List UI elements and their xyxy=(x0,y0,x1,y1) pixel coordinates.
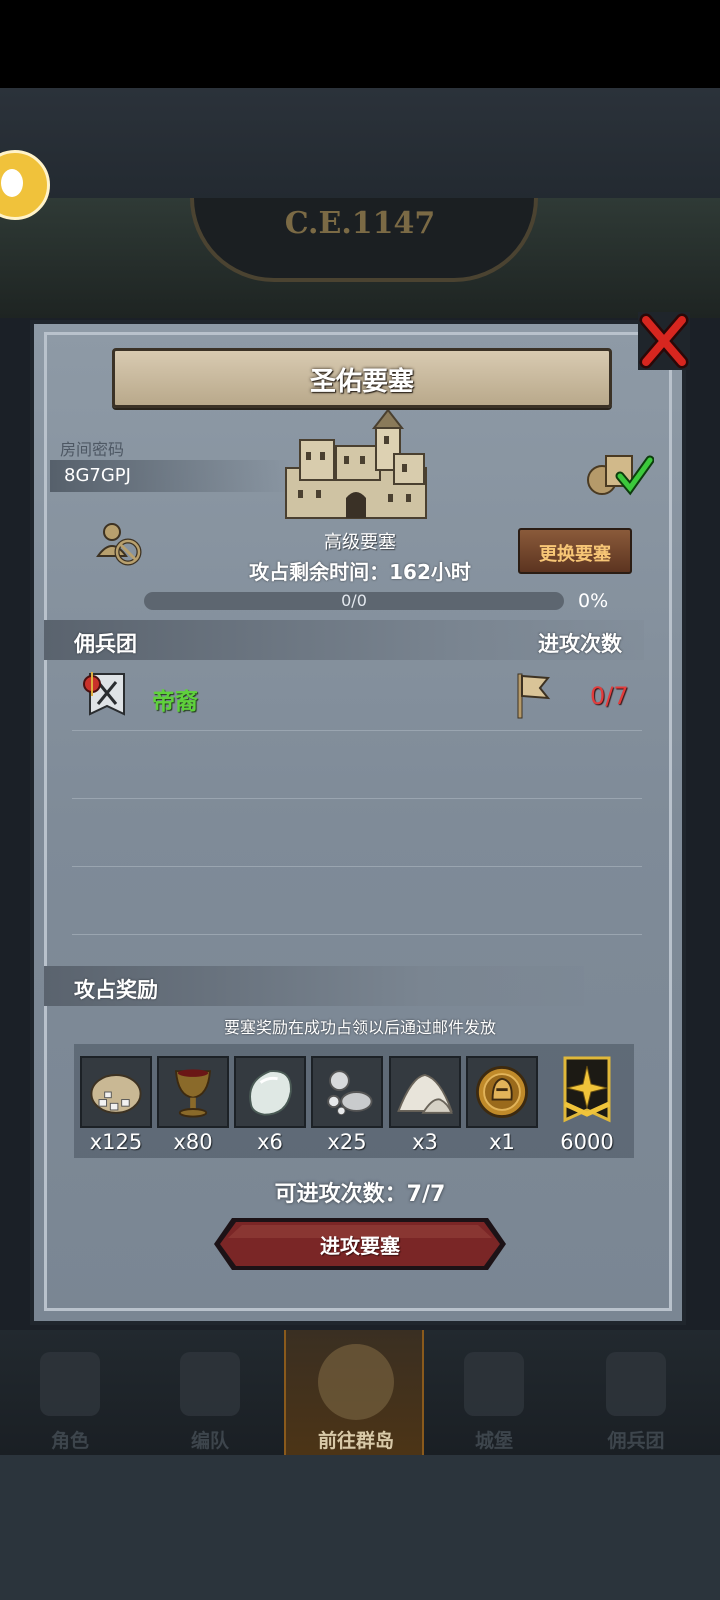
nav-item-islands[interactable]: 前往群岛 xyxy=(284,1330,424,1455)
attack-fortress-button[interactable]: 进攻要塞 xyxy=(212,1216,508,1272)
attack-count-header: 进攻次数 xyxy=(538,632,622,656)
resource-bag-check-icon[interactable] xyxy=(584,450,654,498)
gold-banner-icon xyxy=(551,1056,623,1128)
reward-qty: x6 xyxy=(257,1130,283,1154)
reward-item[interactable]: x1 xyxy=(466,1056,538,1154)
background-header xyxy=(0,88,720,198)
silver-orbs-icon xyxy=(311,1056,383,1128)
mercenary-emblem-icon xyxy=(83,672,125,716)
fortress-icon xyxy=(285,410,427,519)
era-label: C.E.1147 xyxy=(284,206,436,241)
close-icon[interactable] xyxy=(638,312,690,370)
reward-qty: x80 xyxy=(173,1130,213,1154)
reward-qty: x3 xyxy=(412,1130,438,1154)
reward-item[interactable]: 6000 xyxy=(551,1056,623,1154)
remaining-time: 攻占剩余时间：162小时 xyxy=(249,560,471,584)
nav-label: 编队 xyxy=(190,1430,229,1452)
mercenary-attack-count: 0/7 xyxy=(590,682,629,710)
divider xyxy=(72,730,642,731)
reward-note: 要塞奖励在成功占领以后通过邮件发放 xyxy=(223,1018,496,1037)
salt-pile-icon xyxy=(389,1056,461,1128)
reward-qty: x125 xyxy=(89,1130,143,1154)
mercenary-name: 帝裔 xyxy=(152,689,198,715)
compass-globe-icon xyxy=(318,1344,394,1420)
capture-progress-bar: 0/0 xyxy=(144,591,564,610)
divider xyxy=(72,934,642,935)
castle-icon xyxy=(464,1352,524,1416)
knight-medal-icon xyxy=(466,1056,538,1128)
dialog-title: 圣佑要塞 xyxy=(309,367,414,397)
divider xyxy=(72,866,642,867)
reward-item[interactable]: x80 xyxy=(157,1056,229,1154)
reward-item[interactable]: x25 xyxy=(311,1056,383,1154)
reward-item[interactable]: x125 xyxy=(80,1056,152,1154)
attack-fortress-label: 进攻要塞 xyxy=(320,1234,400,1258)
nav-label: 角色 xyxy=(50,1430,89,1452)
divider xyxy=(72,798,642,799)
reward-qty: 6000 xyxy=(560,1130,614,1154)
nav-item-formation[interactable]: 编队 xyxy=(140,1330,280,1455)
nav-item-character[interactable]: 角色 xyxy=(0,1330,140,1455)
nav-label: 城堡 xyxy=(474,1430,513,1452)
status-bar xyxy=(0,0,720,88)
goblet-icon xyxy=(157,1056,229,1128)
background-footer xyxy=(0,1455,720,1600)
nav-label: 佣兵团 xyxy=(607,1430,665,1452)
reward-qty: x1 xyxy=(489,1130,515,1154)
available-attacks: 可进攻次数：7/7 xyxy=(274,1182,446,1207)
capture-progress-text: 0/0 xyxy=(341,591,367,610)
moonstone-icon xyxy=(234,1056,306,1128)
nav-item-mercenary[interactable]: 佣兵团 xyxy=(566,1330,706,1455)
room-code: 8G7GPJ xyxy=(64,465,131,486)
nav-label: 前往群岛 xyxy=(317,1430,394,1452)
reward-item[interactable]: x3 xyxy=(389,1056,461,1154)
reward-header: 攻占奖励 xyxy=(74,978,158,1002)
reward-item[interactable]: x6 xyxy=(234,1056,306,1154)
ship-icon xyxy=(606,1352,666,1416)
mercenary-header: 佣兵团 xyxy=(74,632,137,656)
room-code-label: 房间密码 xyxy=(60,440,125,459)
reward-qty: x25 xyxy=(327,1130,367,1154)
ore-sack-icon xyxy=(80,1056,152,1128)
background-map: C.E.1147 xyxy=(0,198,720,318)
capture-progress-percent: 0% xyxy=(578,590,609,612)
title-banner: 圣佑要塞 xyxy=(112,348,612,408)
nav-item-castle[interactable]: 城堡 xyxy=(424,1330,564,1455)
flag-icon xyxy=(517,673,551,719)
helmet-icon xyxy=(180,1352,240,1416)
knight-icon xyxy=(40,1352,100,1416)
